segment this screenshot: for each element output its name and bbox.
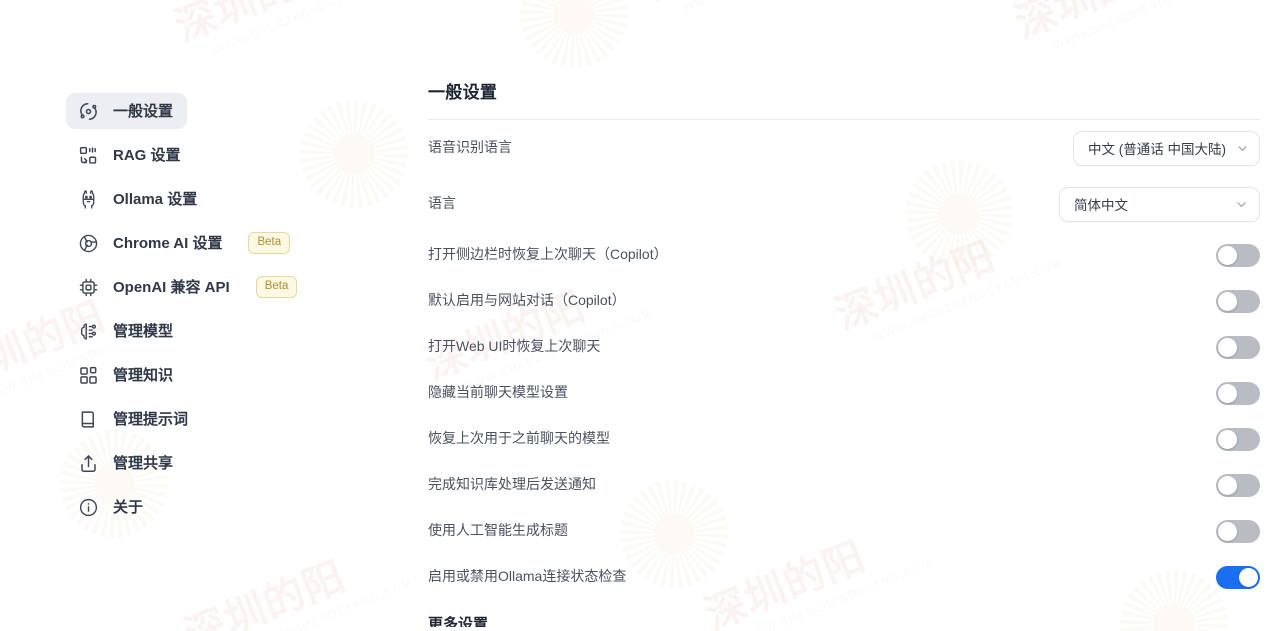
toggle-switch[interactable] (1216, 565, 1260, 589)
toggle-switch[interactable] (1216, 243, 1260, 267)
setting-label: 默认启用与网站对话（Copilot） (428, 292, 626, 309)
manage-knowledge-icon (78, 365, 99, 386)
toggle-knob (1218, 429, 1237, 449)
setting-row-toggle-3: 打开Web UI时恢复上次聊天 (428, 324, 1260, 370)
sidebar-item-label: OpenAI 兼容 API (113, 278, 230, 296)
settings-sidebar: 一般设置 RAG 设置 Ollama 设置 Chrome AI 设置 Beta OpenA… (0, 0, 420, 631)
setting-label: 完成知识库处理后发送通知 (428, 476, 596, 493)
sidebar-item-1[interactable]: 一般设置 (66, 93, 188, 129)
sidebar-item-10[interactable]: 关于 (66, 489, 168, 525)
manage-models-icon (78, 321, 99, 342)
sidebar-nav-list: 一般设置 RAG 设置 Ollama 设置 Chrome AI 设置 Beta OpenA… (66, 93, 420, 533)
toggle-knob (1239, 567, 1258, 587)
manage-prompts-icon (78, 409, 99, 430)
toggle-switch[interactable] (1216, 427, 1260, 451)
sidebar-item-label: 管理共享 (113, 454, 174, 472)
sidebar-item-label: 管理模型 (113, 322, 174, 340)
setting-row-toggle-1: 打开侧边栏时恢复上次聊天（Copilot） (428, 232, 1260, 278)
toggle-knob (1218, 245, 1237, 265)
chevron-down-icon (1236, 142, 1249, 155)
setting-label: 隐藏当前聊天模型设置 (428, 384, 568, 401)
toggle-knob (1218, 291, 1237, 311)
toggle-switch[interactable] (1216, 519, 1260, 543)
setting-label: 启用或禁用Ollama连接状态检查 (428, 568, 627, 585)
select-value: 中文 (普通话 中国大陆) (1088, 142, 1226, 157)
setting-row-toggle-7: 使用人工智能生成标题 (428, 508, 1260, 554)
toggle-switch[interactable] (1216, 473, 1260, 497)
sidebar-item-label: Chrome AI 设置 (113, 234, 223, 252)
setting-label: 打开Web UI时恢复上次聊天 (428, 338, 601, 355)
setting-row-select-1: 语音识别语言 中文 (普通话 中国大陆) (428, 120, 1260, 176)
setting-row-select-2: 语言 简体中文 (428, 176, 1260, 232)
toggle-knob (1218, 521, 1237, 541)
chip-icon (78, 277, 99, 298)
speech-language-select[interactable]: 中文 (普通话 中国大陆) (1073, 130, 1260, 166)
chevron-down-icon (1235, 198, 1248, 211)
ui-language-select[interactable]: 简体中文 (1059, 186, 1260, 222)
setting-label: 语言 (428, 195, 456, 212)
toggle-switch[interactable] (1216, 289, 1260, 313)
sidebar-item-label: 一般设置 (113, 102, 174, 120)
toggle-knob (1218, 383, 1237, 403)
toggle-knob (1218, 337, 1237, 357)
beta-badge: Beta (255, 276, 298, 298)
next-section-heading: 更多设置 (428, 616, 489, 627)
sidebar-item-label: RAG 设置 (113, 146, 181, 164)
sidebar-item-label: Ollama 设置 (113, 190, 198, 208)
toggle-knob (1218, 475, 1237, 495)
setting-label: 恢复上次用于之前聊天的模型 (428, 430, 610, 447)
sidebar-item-label: 管理提示词 (113, 410, 189, 428)
sidebar-item-6[interactable]: 管理模型 (66, 313, 187, 349)
sidebar-item-8[interactable]: 管理提示词 (66, 401, 202, 437)
sidebar-item-2[interactable]: RAG 设置 (66, 137, 195, 173)
setting-row-toggle-6: 完成知识库处理后发送通知 (428, 462, 1260, 508)
sidebar-item-label: 关于 (113, 498, 144, 516)
settings-content: 一般设置 语音识别语言 中文 (普通话 中国大陆) 语言 简体中文打开侧边栏时恢复上次… (420, 0, 1283, 631)
general-settings-icon (78, 101, 99, 122)
setting-row-toggle-5: 恢复上次用于之前聊天的模型 (428, 416, 1260, 462)
sidebar-item-7[interactable]: 管理知识 (66, 357, 187, 393)
setting-label: 使用人工智能生成标题 (428, 522, 568, 539)
toggle-switch[interactable] (1216, 335, 1260, 359)
select-value: 简体中文 (1074, 198, 1128, 213)
toggle-switch[interactable] (1216, 381, 1260, 405)
sidebar-item-label: 管理知识 (113, 366, 174, 384)
rag-icon (78, 145, 99, 166)
sidebar-item-9[interactable]: 管理共享 (66, 445, 187, 481)
setting-row-toggle-2: 默认启用与网站对话（Copilot） (428, 278, 1260, 324)
sidebar-item-3[interactable]: Ollama 设置 (66, 181, 211, 217)
chrome-icon (78, 233, 99, 254)
setting-row-toggle-8: 启用或禁用Ollama连接状态检查 (428, 554, 1260, 600)
sidebar-item-4[interactable]: Chrome AI 设置 Beta (66, 225, 304, 261)
setting-label: 打开侧边栏时恢复上次聊天（Copilot） (428, 246, 668, 263)
share-icon (78, 453, 99, 474)
sidebar-item-5[interactable]: OpenAI 兼容 API Beta (66, 269, 311, 305)
settings-list: 语音识别语言 中文 (普通话 中国大陆) 语言 简体中文打开侧边栏时恢复上次聊天（Co… (428, 120, 1260, 600)
page-title: 一般设置 (428, 83, 498, 102)
setting-label: 语音识别语言 (428, 139, 512, 156)
llama-icon (78, 189, 99, 210)
settings-page: 一般设置 RAG 设置 Ollama 设置 Chrome AI 设置 Beta OpenA… (0, 0, 1283, 631)
beta-badge: Beta (248, 232, 291, 254)
info-icon (78, 497, 99, 518)
setting-row-toggle-4: 隐藏当前聊天模型设置 (428, 370, 1260, 416)
